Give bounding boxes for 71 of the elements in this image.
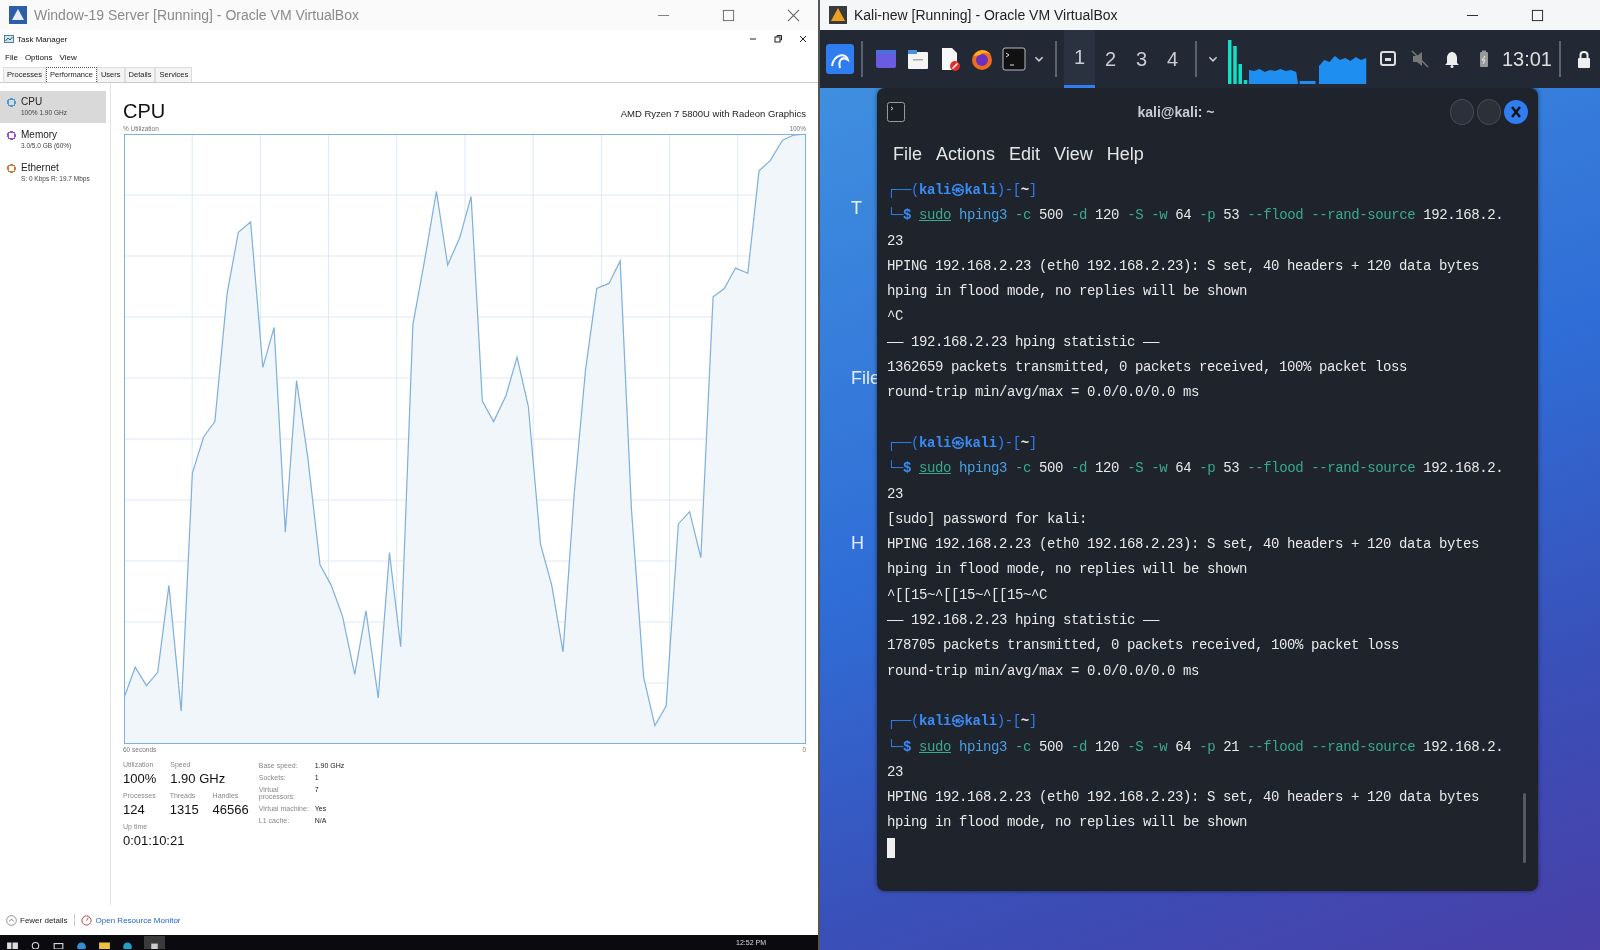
output-line: —— 192.168.2.23 hping statistic —— [887, 332, 1160, 352]
prompt-line: ┌──(kali㉿kali)-[~] [887, 181, 1037, 200]
menu-item[interactable]: File [5, 52, 18, 62]
menu-item[interactable]: View [1054, 143, 1093, 165]
window-icon[interactable] [874, 47, 898, 71]
workspace-tab[interactable]: 2 [1095, 30, 1126, 88]
section-title: CPU [123, 100, 166, 123]
close-icon[interactable] [798, 34, 808, 44]
menu-item[interactable]: File [893, 143, 922, 165]
chevron-up-icon [6, 914, 17, 926]
workspace-tab[interactable]: 4 [1157, 30, 1188, 88]
folder-icon[interactable] [906, 47, 930, 71]
workspace-tab[interactable]: 1 [1064, 30, 1095, 88]
prompt-line: ┌──(kali㉿kali)-[~] [887, 433, 1037, 453]
menu-item[interactable]: Help [1106, 143, 1144, 165]
output-line: hping in flood mode, no replies will be shown [887, 813, 1248, 833]
sidebar-label: Ethernet [21, 162, 60, 173]
output-line: HPING 192.168.2.23 (eth0 192.168.2.23): S set, 40 headers + 120 data bytes [887, 788, 1480, 808]
output-line: 178705 packets transmitted, 0 packets received, 100% packet loss [887, 636, 1400, 656]
stat-value: 124 [123, 802, 146, 817]
output-line: hping in flood mode, no replies will be shown [887, 282, 1248, 302]
text-cursor [887, 838, 895, 858]
output-line: HPING 192.168.2.23 (eth0 192.168.2.23): S set, 40 headers + 120 data bytes [887, 535, 1480, 555]
command-line: └─$ sudo hping3 -c 500 -d 120 -S -w 64 -p 53 --flood --rand-source 192.168.2. [887, 206, 1504, 226]
stat-value: 100% [123, 771, 157, 786]
desktop-icon-label: H [851, 533, 864, 554]
output-line: round-trip min/avg/max = 0.0/0.0/0.0 ms [887, 383, 1200, 403]
command-line: └─$ sudo hping3 -c 500 -d 120 -S -w 64 -p 21 --flood --rand-source 192.168.2. [887, 737, 1504, 757]
output-line: [sudo] password for kali: [887, 509, 1088, 529]
output-line: HPING 192.168.2.23 (eth0 192.168.2.23): S set, 40 headers + 120 data bytes [887, 256, 1480, 276]
resource-monitor-link[interactable]: Open Resource Monitor [95, 915, 181, 925]
sidebar-label: CPU [21, 96, 44, 107]
virtualbox-icon [8, 5, 28, 25]
app-title: Task Manager [17, 34, 68, 44]
output-line: round-trip min/avg/max = 0.0/0.0/0.0 ms [887, 661, 1200, 681]
output-line: —— 192.168.2.23 hping statistic —— [887, 611, 1160, 631]
sidebar-label: Memory [21, 129, 59, 140]
output-line: 23 [887, 484, 903, 504]
command-line: └─$ sudo hping3 -c 500 -d 120 -S -w 64 -p 53 --flood --rand-source 192.168.2. [887, 459, 1504, 479]
terminal-icon[interactable] [1002, 47, 1026, 71]
desktop-icon-label: T [851, 198, 862, 219]
virtualbox-icon [828, 5, 848, 25]
prompt-line: ┌──(kali㉿kali)-[~] [887, 712, 1037, 732]
menu-item[interactable]: View [59, 52, 77, 62]
stat-value: 0:01:10:21 [123, 833, 185, 848]
maximize-icon[interactable] [1531, 8, 1544, 22]
processor-name: AMD Ryzen 7 5800U with Radeon Graphics [620, 108, 806, 121]
muted-speaker-icon[interactable] [1409, 49, 1430, 69]
terminal-icon [887, 102, 905, 122]
output-line: ^[[15~^[[15~^[[15~^C [887, 585, 1048, 605]
stat-value: 1.90 GHz [170, 771, 226, 786]
fewer-details-button[interactable]: Fewer details [6, 914, 68, 926]
panel-clock: 13:01 [1501, 47, 1552, 71]
window-title: Window-19 Server [Running] - Oracle VM VirtualBox [34, 7, 359, 23]
restore-icon[interactable] [773, 34, 783, 44]
output-line: hping in flood mode, no replies will be shown [887, 560, 1248, 580]
workspace-tab[interactable]: 3 [1126, 30, 1157, 88]
menu-item[interactable]: Options [24, 52, 53, 62]
output-line: 1362659 packets transmitted, 0 packets received, 100% packet loss [887, 358, 1408, 378]
firefox-icon[interactable] [970, 47, 994, 71]
output-line: ^C [887, 307, 903, 327]
window-title: Kali-new [Running] - Oracle VM VirtualBox [854, 7, 1118, 23]
output-line: 23 [887, 762, 903, 782]
menu-item[interactable]: Edit [1009, 143, 1041, 165]
output-line: 23 [887, 231, 903, 251]
stat-value: 1315 [169, 802, 199, 817]
scrollbar[interactable] [1523, 793, 1526, 863]
resource-monitor-icon [80, 914, 92, 926]
menu-item[interactable]: Actions [936, 143, 996, 165]
stat-value: 46566 [212, 802, 249, 817]
terminal-title: kali@kali: ~ [1136, 104, 1216, 120]
